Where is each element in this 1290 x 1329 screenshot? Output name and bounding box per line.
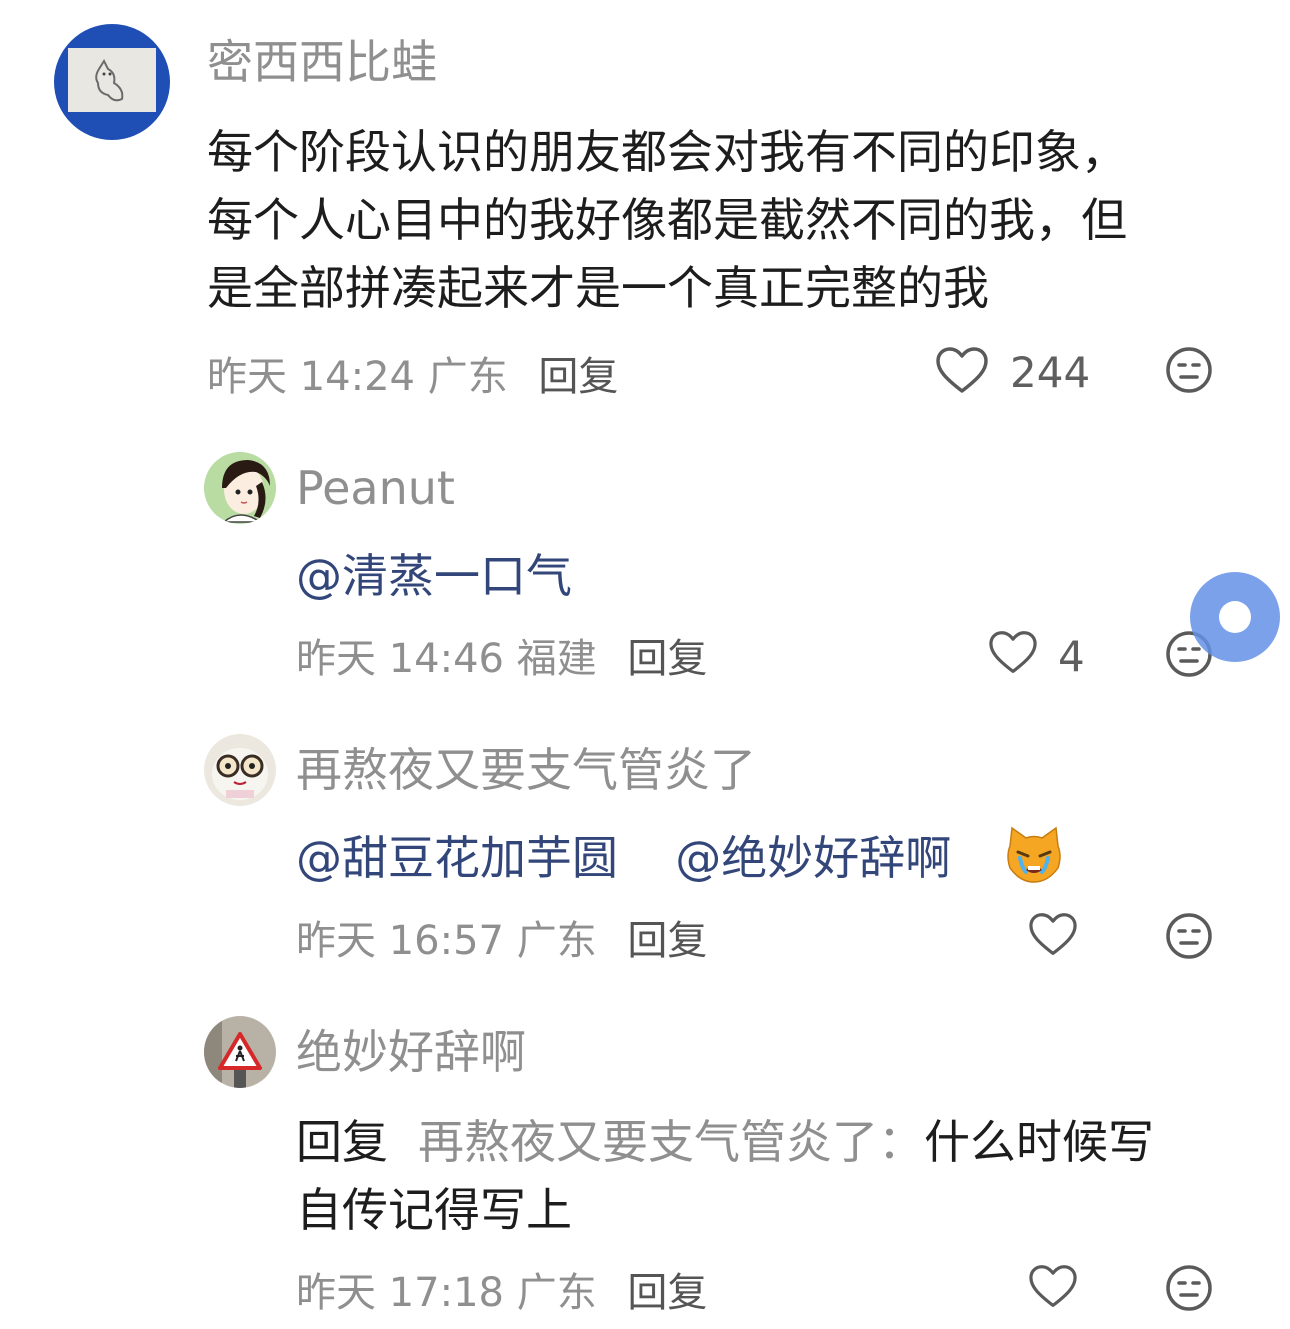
reply-button[interactable]: 回复 — [538, 354, 618, 400]
reply-content: 什么时候写 — [924, 1115, 1154, 1169]
reply-username[interactable]: 再熬夜又要支气管炎了 — [296, 742, 756, 798]
like-button[interactable] — [1028, 1264, 1078, 1310]
reply-meta: 昨天 14:46 福建 回复 — [296, 634, 707, 684]
comment-text-line: 每个人心目中的我好像都是截然不同的我，但 — [207, 193, 1127, 247]
like-button[interactable] — [1028, 912, 1078, 958]
heart-outline-icon — [1029, 913, 1077, 956]
comment-username[interactable]: 密西西比蛙 — [207, 34, 437, 90]
timestamp-location: 昨天 17:18 广东 — [296, 1270, 597, 1316]
reply-meta: 昨天 16:57 广东 回复 — [296, 916, 707, 966]
neutral-face-icon — [1166, 1265, 1212, 1311]
neutral-face-icon — [1166, 913, 1212, 959]
heart-outline-icon — [936, 347, 988, 393]
reply-text: @甜豆花加芋圆 @绝妙好辞啊 — [296, 824, 951, 892]
reply-text-line: 自传记得写上 — [296, 1183, 572, 1237]
reply-username[interactable]: Peanut — [296, 460, 455, 516]
timestamp-location: 昨天 14:46 福建 — [296, 636, 597, 682]
avatar[interactable] — [204, 452, 276, 524]
like-button[interactable] — [988, 630, 1038, 676]
like-count: 4 — [1058, 632, 1085, 681]
mention-link[interactable]: @清蒸一口气 — [296, 549, 572, 603]
avatar[interactable] — [54, 24, 170, 140]
dislike-button[interactable] — [1165, 912, 1213, 960]
dislike-button[interactable] — [1165, 346, 1213, 394]
dislike-button[interactable] — [1165, 1264, 1213, 1312]
timestamp-location: 昨天 16:57 广东 — [296, 918, 597, 964]
reply-meta: 昨天 17:18 广东 回复 — [296, 1268, 707, 1318]
heart-outline-icon — [1029, 1265, 1077, 1308]
reply-text: @清蒸一口气 — [296, 542, 572, 610]
timestamp-location: 昨天 14:24 广东 — [207, 354, 508, 400]
reply-button[interactable]: 回复 — [627, 918, 707, 964]
avatar[interactable] — [204, 734, 276, 806]
comment-text: 每个阶段认识的朋友都会对我有不同的印象， 每个人心目中的我好像都是截然不同的我，… — [207, 118, 1127, 322]
like-button[interactable] — [935, 346, 989, 396]
mention-link[interactable]: @绝妙好辞啊 — [675, 831, 951, 885]
reply-text-line: 回复 再熬夜又要支气管炎了：什么时候写 — [296, 1108, 1154, 1176]
floating-ball-dot — [1219, 601, 1251, 633]
heart-outline-icon — [989, 631, 1037, 674]
reply-username[interactable]: 绝妙好辞啊 — [296, 1024, 526, 1080]
like-count: 244 — [1010, 348, 1091, 397]
reply-text: 回复 再熬夜又要支气管炎了：什么时候写 自传记得写上 — [296, 1108, 1154, 1244]
reply-to-username[interactable]: 再熬夜又要支气管炎了： — [418, 1115, 924, 1169]
comment-meta: 昨天 14:24 广东 回复 — [207, 352, 618, 402]
reply-prefix: 回复 — [296, 1115, 388, 1169]
mention-link[interactable]: @甜豆花加芋圆 — [296, 831, 618, 885]
avatar[interactable] — [204, 1016, 276, 1088]
comment-text-line: 每个阶段认识的朋友都会对我有不同的印象， — [207, 125, 1127, 179]
floating-assistive-button[interactable] — [1190, 572, 1280, 662]
reply-button[interactable]: 回复 — [627, 1270, 707, 1316]
neutral-face-icon — [1166, 347, 1212, 393]
reply-button[interactable]: 回复 — [627, 636, 707, 682]
crying-cat-emoji — [1004, 826, 1064, 888]
comment-text-line: 是全部拼凑起来才是一个真正完整的我 — [207, 261, 989, 315]
